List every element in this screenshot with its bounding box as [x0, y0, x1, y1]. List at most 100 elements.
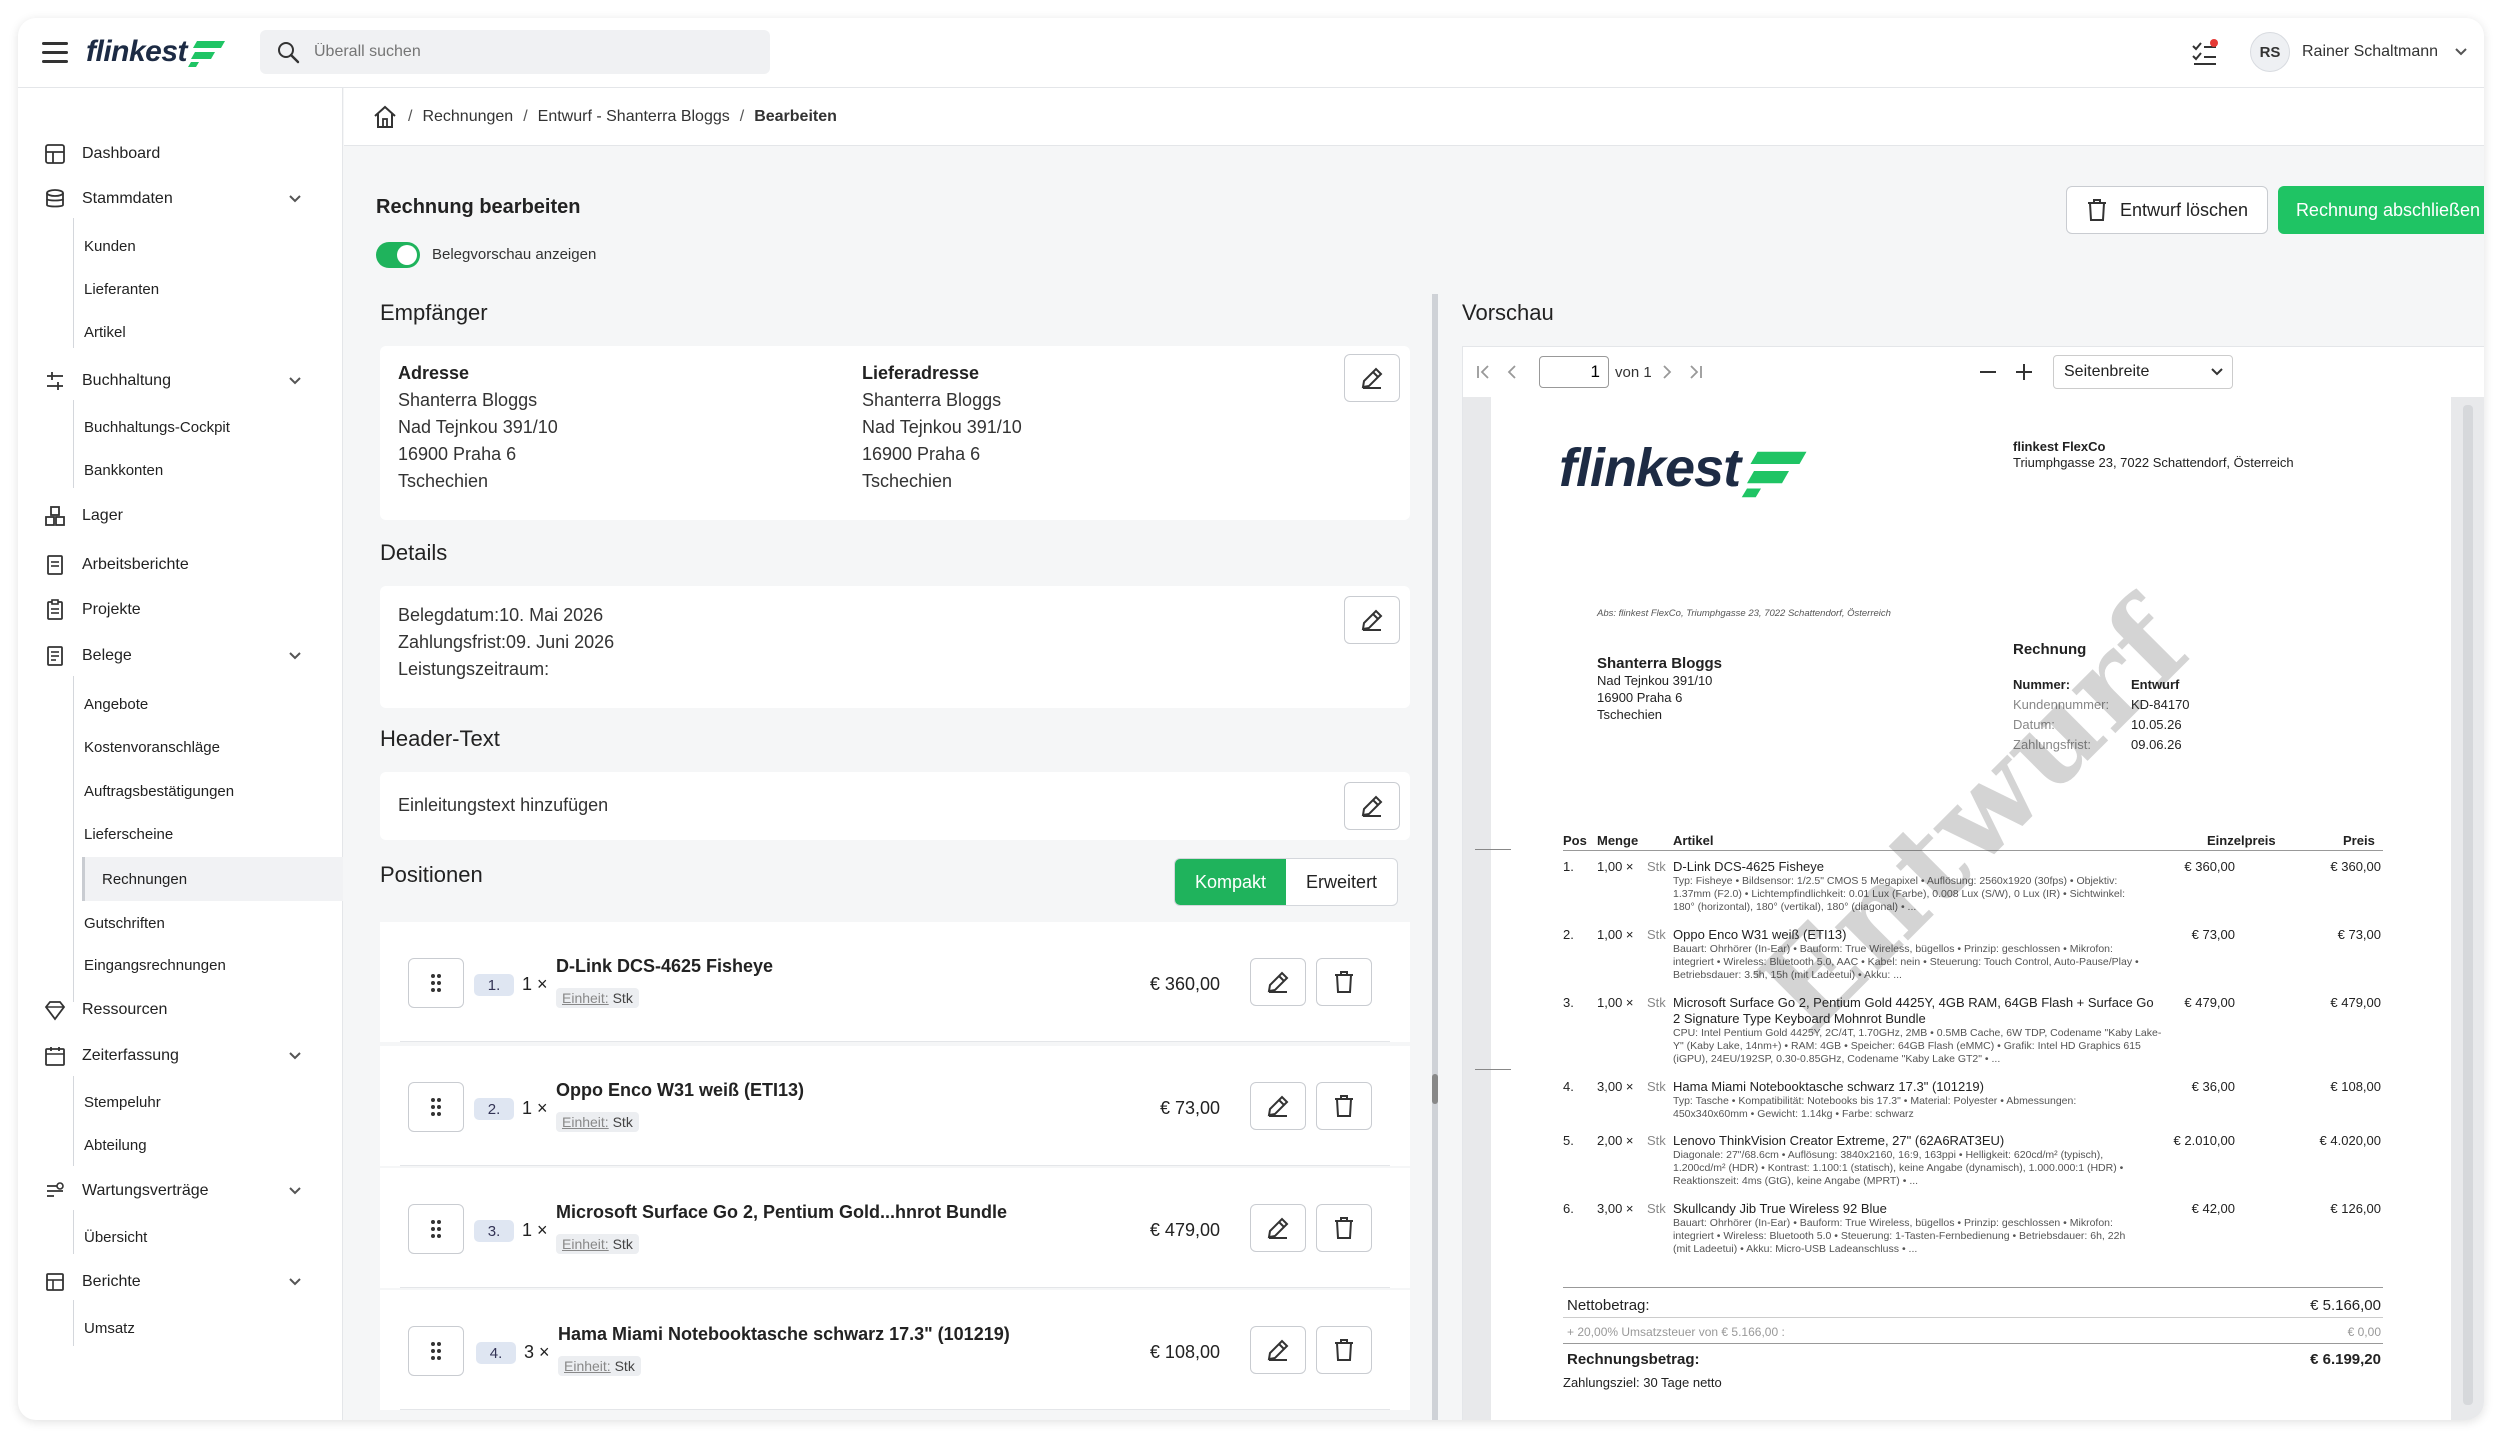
pdf-logo: flinkest [1559, 437, 1810, 499]
pdf-line-desc: integriert • Wireless: Bluetooth 5.0 • S… [1673, 1230, 2126, 1242]
sidebar-item-belege[interactable]: Belege [18, 638, 343, 674]
tasks-icon[interactable] [2190, 38, 2220, 73]
edit-position-button[interactable] [1250, 1082, 1306, 1130]
position-price: € 108,00 [1149, 1342, 1220, 1362]
sidebar-item-stempeluhr[interactable]: Stempeluhr [84, 1083, 343, 1121]
delivery-address: Lieferadresse Shanterra Bloggs Nad Tejnk… [862, 363, 1022, 491]
sidebar-item-lieferscheine[interactable]: Lieferscheine [84, 815, 343, 853]
drag-handle-icon[interactable] [408, 1082, 464, 1132]
delete-position-button[interactable] [1316, 1326, 1372, 1374]
delete-draft-button[interactable]: Entwurf löschen [2066, 186, 2268, 234]
sidebar-item-eingangsrechnungen[interactable]: Eingangsrechnungen [84, 946, 343, 984]
home-icon[interactable] [372, 104, 398, 130]
prev-page-icon[interactable] [1503, 363, 1521, 381]
sidebar-item-gutschriften[interactable]: Gutschriften [84, 904, 343, 942]
pdf-line-unit: Stk [1647, 995, 1666, 1010]
tree-line [73, 218, 74, 348]
sidebar-item-buchhaltungs-cockpit[interactable]: Buchhaltungs-Cockpit [84, 408, 343, 446]
trash-icon [1335, 1339, 1353, 1361]
breadcrumb-entwurf[interactable]: Entwurf - Shanterra Bloggs [538, 108, 730, 126]
pdf-line-unit: Stk [1647, 859, 1666, 874]
sidebar-item-abteilung[interactable]: Abteilung [84, 1126, 343, 1164]
delete-position-button[interactable] [1316, 958, 1372, 1006]
edit-position-button[interactable] [1250, 958, 1306, 1006]
delete-position-button[interactable] [1316, 1082, 1372, 1130]
pdf-line-unit: Stk [1647, 927, 1666, 942]
position-qty: 1 × [522, 1220, 548, 1240]
details-section-title: Details [380, 540, 448, 565]
sidebar-item-wartungsvertraege[interactable]: Wartungsverträge [18, 1173, 343, 1209]
search-input[interactable] [314, 43, 734, 61]
sidebar-item-kunden[interactable]: Kunden [84, 227, 343, 265]
sidebar-item-dashboard[interactable]: Dashboard [18, 136, 343, 172]
pdf-vat-value: € 0,00 [2347, 1325, 2381, 1339]
sidebar-item-rechnungen[interactable]: Rechnungen [82, 857, 343, 901]
sidebar-item-arbeitsberichte[interactable]: Arbeitsberichte [18, 547, 343, 583]
pdf-line-title: Skullcandy Jib True Wireless 92 Blue [1673, 1201, 1887, 1216]
breadcrumb-rechnungen[interactable]: Rechnungen [422, 108, 513, 126]
pdf-totals-rule [1563, 1287, 2383, 1288]
row-divider [400, 1041, 1390, 1042]
pdf-line-title: Microsoft Surface Go 2, Pentium Gold 442… [1673, 995, 2154, 1010]
position-row: 1. 1 × D-Link DCS-4625 Fisheye Einheit: … [380, 922, 1410, 1042]
sidebar-item-ressourcen[interactable]: Ressourcen [18, 992, 343, 1028]
pdf-line-unit: Stk [1647, 1133, 1666, 1148]
row-divider [400, 1287, 1390, 1288]
sidebar-item-projekte[interactable]: Projekte [18, 592, 343, 628]
sidebar-item-lager[interactable]: Lager [18, 498, 343, 534]
drag-handle-icon[interactable] [408, 1204, 464, 1254]
sidebar-item-angebote[interactable]: Angebote [84, 685, 343, 723]
logo-mark-icon [1741, 451, 1807, 498]
sidebar-item-buchhaltung[interactable]: Buchhaltung [18, 363, 343, 399]
sidebar-item-kostenvoranschlaege[interactable]: Kostenvoranschläge [84, 728, 343, 766]
zoom-out-icon[interactable] [1977, 361, 1999, 383]
page-count: von 1 [1615, 363, 1652, 381]
sidebar-item-berichte[interactable]: Berichte [18, 1264, 343, 1300]
pdf-scrollbar[interactable] [2463, 405, 2473, 1405]
app-logo[interactable]: flinkest [86, 32, 227, 72]
global-search[interactable] [260, 30, 770, 74]
sidebar-item-stammdaten[interactable]: Stammdaten [18, 181, 343, 217]
delete-position-button[interactable] [1316, 1204, 1372, 1252]
sidebar-item-bankkonten[interactable]: Bankkonten [84, 451, 343, 489]
pdf-line-unit: Stk [1647, 1201, 1666, 1216]
pdf-vat-label: + 20,00% Umsatzsteuer von € 5.166,00 : [1567, 1325, 1785, 1339]
sidebar-item-lieferanten[interactable]: Lieferanten [84, 270, 343, 308]
sidebar-item-auftragsbestaetigungen[interactable]: Auftragsbestätigungen [84, 772, 343, 810]
next-page-icon[interactable] [1658, 363, 1676, 381]
edit-recipient-button[interactable] [1344, 354, 1400, 402]
logo-text: flinkest [86, 35, 188, 68]
mode-extended-button[interactable]: Erweitert [1286, 859, 1397, 905]
edit-header-text-button[interactable] [1344, 782, 1400, 830]
sidebar-item-zeiterfassung[interactable]: Zeiterfassung [18, 1038, 343, 1074]
zoom-in-icon[interactable] [2013, 361, 2035, 383]
mode-compact-button[interactable]: Kompakt [1175, 859, 1287, 905]
page-number-input[interactable] [1539, 356, 1609, 388]
edit-position-button[interactable] [1250, 1204, 1306, 1252]
drag-handle-icon[interactable] [408, 958, 464, 1008]
sidebar-item-artikel[interactable]: Artikel [84, 313, 343, 351]
search-icon [278, 42, 300, 64]
app-window: flinkest RS Rainer Schaltmann [18, 18, 2484, 1420]
pdf-recipient-name: Shanterra Bloggs [1597, 655, 1723, 672]
user-menu[interactable]: RS Rainer Schaltmann [2250, 32, 2468, 72]
menu-icon[interactable] [42, 42, 68, 64]
details-text: Belegdatum:10. Mai 2026 Zahlungsfrist:09… [398, 605, 615, 679]
zoom-select[interactable]: Seitenbreite [2053, 355, 2233, 389]
pdf-line-desc: 1.200cd/m² (HDR) • Kontrast: 1.100:1 (st… [1673, 1162, 2124, 1174]
sidebar-item-umsatz[interactable]: Umsatz [84, 1309, 343, 1347]
edit-details-button[interactable] [1344, 596, 1400, 644]
header-text-placeholder[interactable]: Einleitungstext hinzufügen [398, 792, 608, 819]
edit-position-button[interactable] [1250, 1326, 1306, 1374]
pdf-line-unit: Stk [1647, 1079, 1666, 1094]
sidebar-item-uebersicht[interactable]: Übersicht [84, 1218, 343, 1256]
page-header: Rechnung bearbeiten Belegvorschau anzeig… [344, 146, 2484, 294]
drag-handle-icon[interactable] [408, 1326, 464, 1376]
first-page-icon[interactable] [1475, 363, 1493, 381]
tree-line [73, 400, 74, 488]
last-page-icon[interactable] [1686, 363, 1704, 381]
preview-toggle[interactable] [376, 242, 420, 268]
pdf-company: flinkest FlexCo [2013, 439, 2106, 454]
position-number: 1. [474, 974, 514, 996]
finish-invoice-button[interactable]: Rechnung abschließen [2278, 186, 2484, 234]
